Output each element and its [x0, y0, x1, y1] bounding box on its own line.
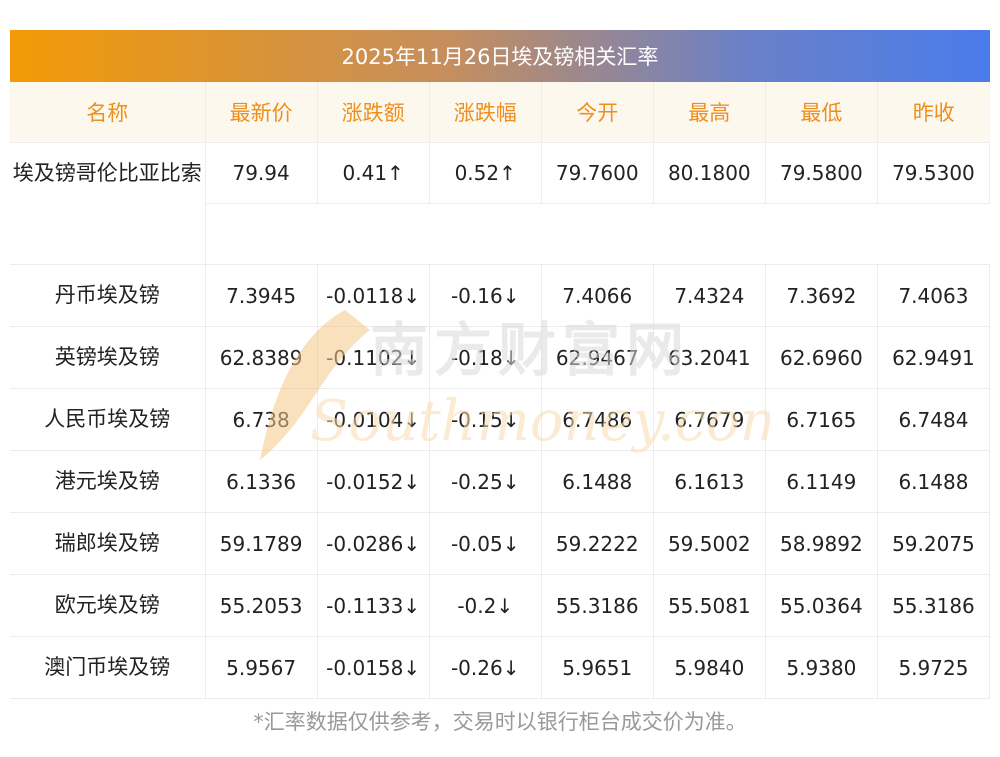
prev-close: 7.4063 [877, 264, 991, 327]
latest-price: 59.1789 [205, 512, 318, 575]
table-row: 澳门币埃及镑 5.9567 -0.0158↓ -0.26↓ 5.9651 5.9840 5.… [10, 636, 991, 699]
currency-pair-name: 瑞郎埃及镑 [10, 512, 206, 575]
currency-pair-name: 人民币埃及镑 [10, 388, 206, 451]
high-price: 63.2041 [653, 326, 766, 389]
latest-price: 6.1336 [205, 450, 318, 513]
table-row: 瑞郎埃及镑 59.1789 -0.0286↓ -0.05↓ 59.2222 59.5002… [10, 512, 991, 575]
currency-pair-name: 港元埃及镑 [10, 450, 206, 513]
change-pct: 0.52↑ [429, 142, 542, 204]
latest-price: 7.3945 [205, 264, 318, 327]
prev-close: 79.5300 [877, 142, 991, 204]
column-header-change: 涨跌额 [317, 82, 430, 143]
currency-pair-name: 英镑埃及镑 [10, 326, 206, 389]
currency-pair-name: 丹币埃及镑 [10, 264, 206, 327]
change-amount: -0.1133↓ [317, 574, 430, 637]
open-price: 79.7600 [541, 142, 654, 204]
high-price: 6.7679 [653, 388, 766, 451]
change-pct: -0.18↓ [429, 326, 542, 389]
change-amount: -0.0286↓ [317, 512, 430, 575]
latest-price: 5.9567 [205, 636, 318, 699]
low-price: 62.6960 [765, 326, 878, 389]
change-amount: -0.1102↓ [317, 326, 430, 389]
open-price: 6.7486 [541, 388, 654, 451]
change-amount: 0.41↑ [317, 142, 430, 204]
prev-close: 55.3186 [877, 574, 991, 637]
low-price: 5.9380 [765, 636, 878, 699]
change-pct: -0.05↓ [429, 512, 542, 575]
column-header-open: 今开 [541, 82, 654, 143]
latest-price: 55.2053 [205, 574, 318, 637]
table-row: 丹币埃及镑 7.3945 -0.0118↓ -0.16↓ 7.4066 7.4324 7.3… [10, 264, 991, 327]
high-price: 80.1800 [653, 142, 766, 204]
table-row: 港元埃及镑 6.1336 -0.0152↓ -0.25↓ 6.1488 6.1613 6.1… [10, 450, 991, 513]
change-pct: -0.15↓ [429, 388, 542, 451]
change-pct: -0.2↓ [429, 574, 542, 637]
table-row: 人民币埃及镑 6.738 -0.0104↓ -0.15↓ 6.7486 6.7679 6.7… [10, 388, 991, 451]
change-pct: -0.25↓ [429, 450, 542, 513]
open-price: 59.2222 [541, 512, 654, 575]
latest-price: 62.8389 [205, 326, 318, 389]
open-price: 6.1488 [541, 450, 654, 513]
open-price: 62.9467 [541, 326, 654, 389]
currency-pair-name: 欧元埃及镑 [10, 574, 206, 637]
open-price: 5.9651 [541, 636, 654, 699]
low-price: 55.0364 [765, 574, 878, 637]
column-header-name: 名称 [10, 82, 206, 143]
disclaimer-footnote: *汇率数据仅供参考，交易时以银行柜台成交价为准。 [253, 710, 747, 734]
prev-close: 59.2075 [877, 512, 991, 575]
latest-price: 6.738 [205, 388, 318, 451]
low-price: 58.9892 [765, 512, 878, 575]
high-price: 6.1613 [653, 450, 766, 513]
table-row: 埃及镑哥伦比亚比索 79.94 0.41↑ 0.52↑ 79.7600 80.1800 79… [10, 142, 991, 265]
table-row: 英镑埃及镑 62.8389 -0.1102↓ -0.18↓ 62.9467 63.2041… [10, 326, 991, 389]
change-amount: -0.0152↓ [317, 450, 430, 513]
table-row: 欧元埃及镑 55.2053 -0.1133↓ -0.2↓ 55.3186 55.5081 5… [10, 574, 991, 637]
low-price: 6.1149 [765, 450, 878, 513]
high-price: 59.5002 [653, 512, 766, 575]
change-amount: -0.0104↓ [317, 388, 430, 451]
column-header-change-pct: 涨跌幅 [429, 82, 542, 143]
latest-price: 79.94 [205, 142, 318, 204]
exchange-rate-table: 名称 最新价 涨跌额 涨跌幅 今开 最高 最低 昨收 埃及镑哥伦比亚比索 79.9… [10, 82, 991, 699]
high-price: 5.9840 [653, 636, 766, 699]
prev-close: 6.1488 [877, 450, 991, 513]
high-price: 55.5081 [653, 574, 766, 637]
change-amount: -0.0158↓ [317, 636, 430, 699]
currency-pair-name: 埃及镑哥伦比亚比索 [10, 142, 206, 265]
high-price: 7.4324 [653, 264, 766, 327]
change-amount: -0.0118↓ [317, 264, 430, 327]
prev-close: 5.9725 [877, 636, 991, 699]
table-header-row: 名称 最新价 涨跌额 涨跌幅 今开 最高 最低 昨收 [10, 82, 990, 143]
low-price: 6.7165 [765, 388, 878, 451]
currency-pair-name: 澳门币埃及镑 [10, 636, 206, 699]
low-price: 7.3692 [765, 264, 878, 327]
column-header-prev-close: 昨收 [877, 82, 990, 143]
table-body: 埃及镑哥伦比亚比索 79.94 0.41↑ 0.52↑ 79.7600 80.1800 79… [10, 142, 991, 699]
empty-cell [205, 203, 990, 265]
prev-close: 6.7484 [877, 388, 991, 451]
open-price: 7.4066 [541, 264, 654, 327]
open-price: 55.3186 [541, 574, 654, 637]
column-header-latest: 最新价 [205, 82, 318, 143]
low-price: 79.5800 [765, 142, 878, 204]
change-pct: -0.26↓ [429, 636, 542, 699]
page-title: 2025年11月26日埃及镑相关汇率 [10, 30, 990, 82]
column-header-high: 最高 [653, 82, 766, 143]
column-header-low: 最低 [765, 82, 878, 143]
prev-close: 62.9491 [877, 326, 991, 389]
change-pct: -0.16↓ [429, 264, 542, 327]
